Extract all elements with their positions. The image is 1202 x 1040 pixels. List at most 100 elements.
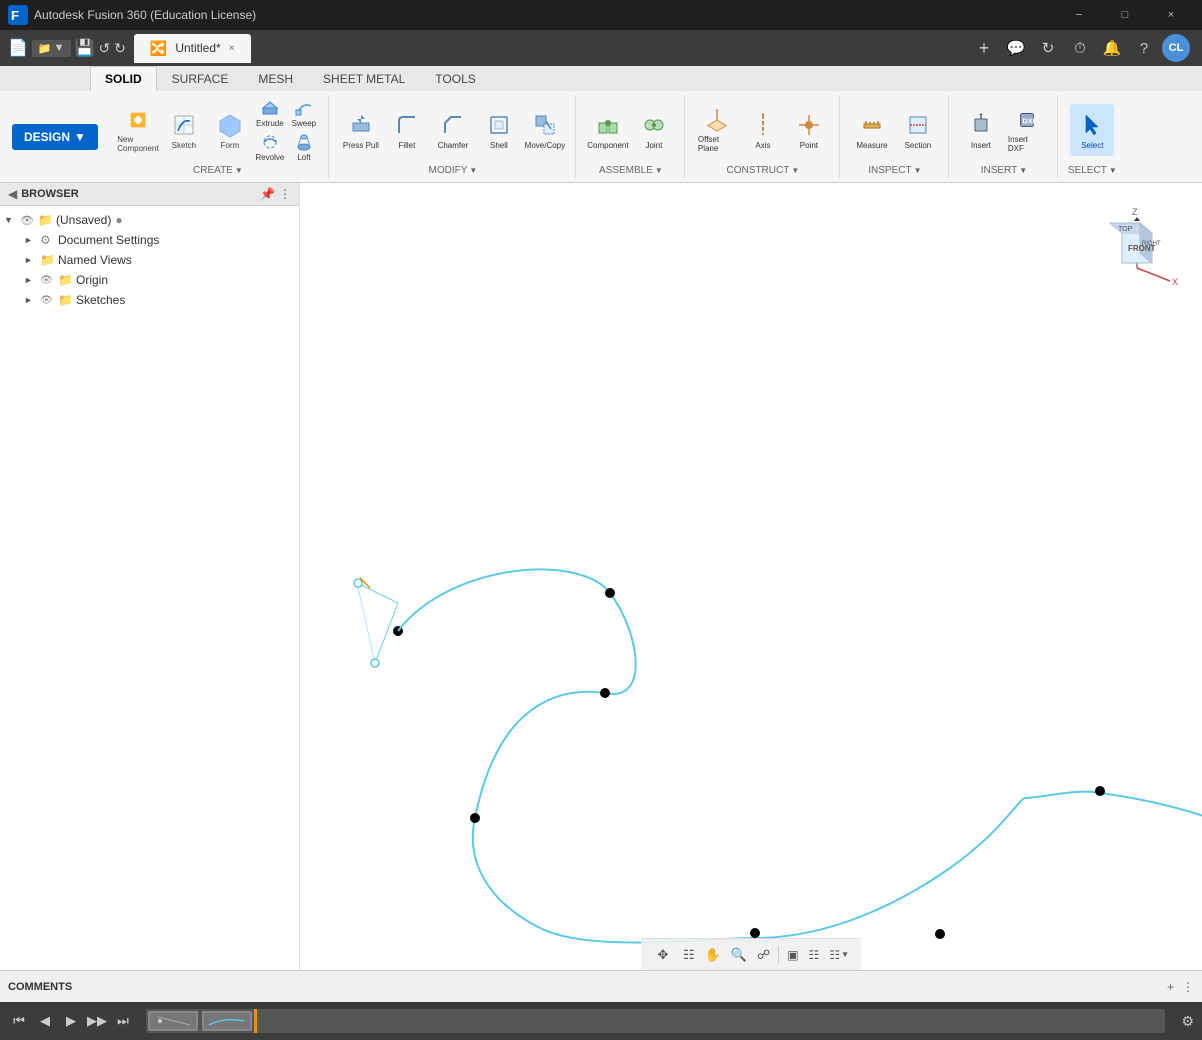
close-button[interactable]: × [1148, 0, 1194, 30]
tree-collapse-left-icon[interactable]: ▼ [4, 215, 18, 225]
shell-button[interactable]: Shell [477, 104, 521, 156]
pan-button[interactable]: ✋ [701, 945, 725, 965]
new-file-button[interactable]: 📄 [8, 38, 28, 58]
tree-arrow-settings[interactable]: ► [24, 235, 38, 245]
tree-item-named-views[interactable]: ► 📁 Named Views [0, 250, 299, 270]
create-sketch-button[interactable]: Sketch [162, 104, 206, 156]
assemble-dropdown-arrow[interactable]: ▼ [655, 166, 663, 175]
help-icon[interactable]: ? [1130, 34, 1158, 62]
clock-icon[interactable]: ⏱ [1066, 34, 1094, 62]
extrude-button[interactable]: Extrude [254, 97, 286, 129]
maximize-button[interactable]: □ [1102, 0, 1148, 30]
doc-close-icon[interactable]: × [229, 43, 235, 54]
browser-pin-icon[interactable]: 📌 [260, 187, 275, 201]
construct-dropdown-arrow[interactable]: ▼ [791, 166, 799, 175]
comments-expand-icon[interactable]: ⋮ [1182, 980, 1194, 994]
insert-dropdown-arrow[interactable]: ▼ [1019, 166, 1027, 175]
tree-visibility-icon[interactable]: 👁 [20, 214, 34, 227]
tab-tools[interactable]: TOOLS [420, 66, 490, 91]
revolve-button[interactable]: Revolve [254, 131, 286, 163]
tree-item-document-settings[interactable]: ► ⚙ Document Settings [0, 230, 299, 250]
tree-folder-namedviews-icon: 📁 [40, 253, 56, 267]
user-avatar[interactable]: CL [1162, 34, 1190, 62]
select-button[interactable]: Select [1070, 104, 1114, 156]
construct-axis-button[interactable]: Axis [741, 104, 785, 156]
add-tab-button[interactable]: + [970, 34, 998, 62]
tree-arrow-origin[interactable]: ► [24, 275, 38, 285]
minimize-button[interactable]: − [1056, 0, 1102, 30]
chamfer-button[interactable]: Chamfer [431, 104, 475, 156]
tree-item-origin[interactable]: ► 👁 📁 Origin [0, 270, 299, 290]
tree-eye-sketches-icon[interactable]: 👁 [40, 295, 54, 306]
refresh-icon[interactable]: ↻ [1034, 34, 1062, 62]
grid-button[interactable]: ☷ [805, 946, 824, 964]
zoom-button[interactable]: 🔍 [727, 945, 751, 965]
loft-button[interactable]: Loft [288, 131, 320, 163]
construct-point-button[interactable]: Point [787, 104, 831, 156]
create-dropdown-arrow[interactable]: ▼ [235, 166, 243, 175]
fit-view-button[interactable]: ✥ [649, 943, 677, 967]
move-copy-button[interactable]: Move/Copy [523, 104, 567, 156]
section-analysis-button[interactable]: Section [896, 104, 940, 156]
tree-eye-origin-icon[interactable]: 👁 [40, 275, 54, 286]
tab-solid[interactable]: SOLID [90, 66, 157, 91]
tab-mesh[interactable]: MESH [243, 66, 308, 91]
chat-icon[interactable]: 💬 [1002, 34, 1030, 62]
bell-icon[interactable]: 🔔 [1098, 34, 1126, 62]
sweep-button[interactable]: Sweep [288, 97, 320, 129]
new-component-button[interactable]: New Component [116, 104, 160, 156]
ribbon: SOLID SURFACE MESH SHEET METAL TOOLS DES… [0, 66, 1202, 183]
timeline-settings-button[interactable]: ⚙ [1181, 1013, 1194, 1030]
browser-title: BROWSER [21, 188, 256, 200]
modify-dropdown-arrow[interactable]: ▼ [469, 166, 477, 175]
timeline-frame2[interactable] [202, 1011, 252, 1031]
zoom-window-button[interactable]: ☍ [753, 945, 774, 965]
grid-snap-button[interactable]: ☷ [679, 945, 699, 965]
design-mode-button[interactable]: DESIGN ▼ [4, 95, 106, 178]
insert-mcmaster-button[interactable]: Insert [959, 104, 1003, 156]
svg-text:X: X [1172, 277, 1178, 287]
undo-button[interactable]: ↺ [98, 40, 110, 57]
inspect-dropdown-arrow[interactable]: ▼ [914, 166, 922, 175]
tree-options-icon[interactable]: ● [115, 213, 122, 227]
browser-expand-icon[interactable]: ⋮ [279, 187, 291, 201]
environment-button[interactable]: ☷▼ [825, 946, 853, 964]
timeline-last-button[interactable]: ⏭ [112, 1010, 134, 1032]
timeline-track[interactable] [146, 1009, 1165, 1033]
view-cube[interactable]: Z X FRONT TOP RIGHT [1092, 203, 1182, 293]
redo-button[interactable]: ↻ [114, 40, 126, 57]
viewport[interactable]: Z X FRONT TOP RIGHT ✥ ☷ ✋ 🔍 ☍ ▣ [300, 183, 1202, 970]
construct-plane-button[interactable]: Offset Plane [695, 104, 739, 156]
insert-svg-button[interactable]: DXF Insert DXF [1005, 104, 1049, 156]
new-component-assemble-button[interactable]: Component [586, 104, 630, 156]
timeline-playhead[interactable] [254, 1009, 257, 1033]
display-mode-button[interactable]: ▣ [783, 946, 802, 964]
joint-button[interactable]: Joint [632, 104, 676, 156]
timeline-prev-button[interactable]: ◀ [34, 1010, 56, 1032]
design-label: DESIGN [24, 130, 70, 144]
comments-add-icon[interactable]: + [1167, 980, 1174, 994]
svg-text:F: F [11, 8, 19, 23]
tab-sheetmetal[interactable]: SHEET METAL [308, 66, 420, 91]
doc-tab[interactable]: 🔀 Untitled* × [134, 34, 251, 63]
tab-surface[interactable]: SURFACE [157, 66, 244, 91]
timeline-first-button[interactable]: ⏮ [8, 1010, 30, 1032]
measure-button[interactable]: Measure [850, 104, 894, 156]
create-form-button[interactable]: Form [208, 104, 252, 156]
browser-collapse-icon[interactable]: ◀ [8, 187, 17, 201]
select-dropdown-arrow[interactable]: ▼ [1109, 166, 1117, 175]
fillet-button[interactable]: Fillet [385, 104, 429, 156]
tree-item-sketches[interactable]: ► 👁 📁 Sketches [0, 290, 299, 310]
tree-item-root[interactable]: ▼ 👁 📁 (Unsaved) ● [0, 210, 299, 230]
save-button[interactable]: 💾 [75, 38, 95, 58]
tree-arrow-sketches[interactable]: ► [24, 295, 38, 305]
tree-arrow-namedviews[interactable]: ► [24, 255, 38, 265]
timeline-next-button[interactable]: ▶▶ [86, 1010, 108, 1032]
press-pull-button[interactable]: Press Pull [339, 104, 383, 156]
create-sub-group2: Sweep Loft [288, 97, 320, 163]
file-menu-button[interactable]: 📁 ▼ [32, 40, 71, 57]
timeline-play-button[interactable]: ▶ [60, 1010, 82, 1032]
construct-group-label: CONSTRUCT ▼ [727, 165, 800, 176]
timeline-frame1[interactable] [148, 1011, 198, 1031]
assemble-group-label: ASSEMBLE ▼ [599, 165, 663, 176]
